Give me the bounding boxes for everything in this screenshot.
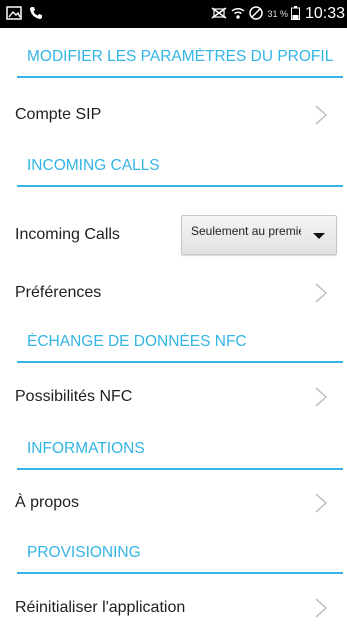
- pref-item-label: Possibilités NFC: [15, 388, 133, 405]
- pref-item-label: À propos: [15, 494, 80, 511]
- section-title: INFORMATIONS: [27, 440, 145, 457]
- pref-item-incoming-calls: Incoming Calls Seulement au premier plan: [0, 207, 347, 263]
- chevron-right-icon: [315, 105, 327, 125]
- dropdown-selected-value: Seulement au premier plan: [191, 224, 301, 238]
- section-header-nfc: ÉCHANGE DE DONNÉES NFC: [17, 333, 343, 363]
- section-header-informations: INFORMATIONS: [17, 440, 343, 470]
- battery-percent: 31 %: [267, 9, 288, 19]
- battery-icon: [290, 5, 300, 23]
- chevron-right-icon: [315, 387, 327, 407]
- phone-icon: [29, 6, 43, 25]
- blocked-icon: [248, 5, 264, 24]
- pref-item-label: Compte SIP: [15, 106, 102, 123]
- incoming-calls-dropdown[interactable]: Seulement au premier plan: [181, 215, 337, 255]
- no-sim-icon: [210, 6, 228, 23]
- pref-item-label: Incoming Calls: [15, 226, 120, 243]
- section-title: MODIFIER LES PARAMÈTRES DU PROFIL: [27, 48, 334, 65]
- pref-item-about[interactable]: À propos: [0, 475, 347, 531]
- chevron-right-icon: [315, 493, 327, 513]
- chevron-right-icon: [315, 283, 327, 303]
- image-icon: [6, 6, 22, 25]
- pref-item-sip-account[interactable]: Compte SIP: [0, 87, 347, 143]
- pref-item-nfc[interactable]: Possibilités NFC: [0, 369, 347, 425]
- chevron-right-icon: [315, 598, 327, 618]
- pref-item-label: Préférences: [15, 284, 102, 301]
- pref-item-preferences[interactable]: Préférences: [0, 265, 347, 321]
- status-bar: 31 % 10:33: [0, 0, 347, 28]
- section-header-provisioning: PROVISIONING: [17, 544, 343, 574]
- section-title: PROVISIONING: [27, 544, 141, 561]
- section-header-profile: MODIFIER LES PARAMÈTRES DU PROFIL: [17, 48, 343, 78]
- status-clock: 10:33: [304, 5, 345, 22]
- pref-item-reset-app[interactable]: Réinitialiser l'application: [0, 580, 347, 636]
- pref-item-label: Réinitialiser l'application: [15, 599, 186, 616]
- section-title: INCOMING CALLS: [27, 157, 160, 174]
- dropdown-arrow-icon: [313, 233, 325, 239]
- section-header-incoming-calls: INCOMING CALLS: [17, 157, 343, 187]
- section-title: ÉCHANGE DE DONNÉES NFC: [27, 333, 247, 350]
- wifi-icon: [231, 6, 245, 23]
